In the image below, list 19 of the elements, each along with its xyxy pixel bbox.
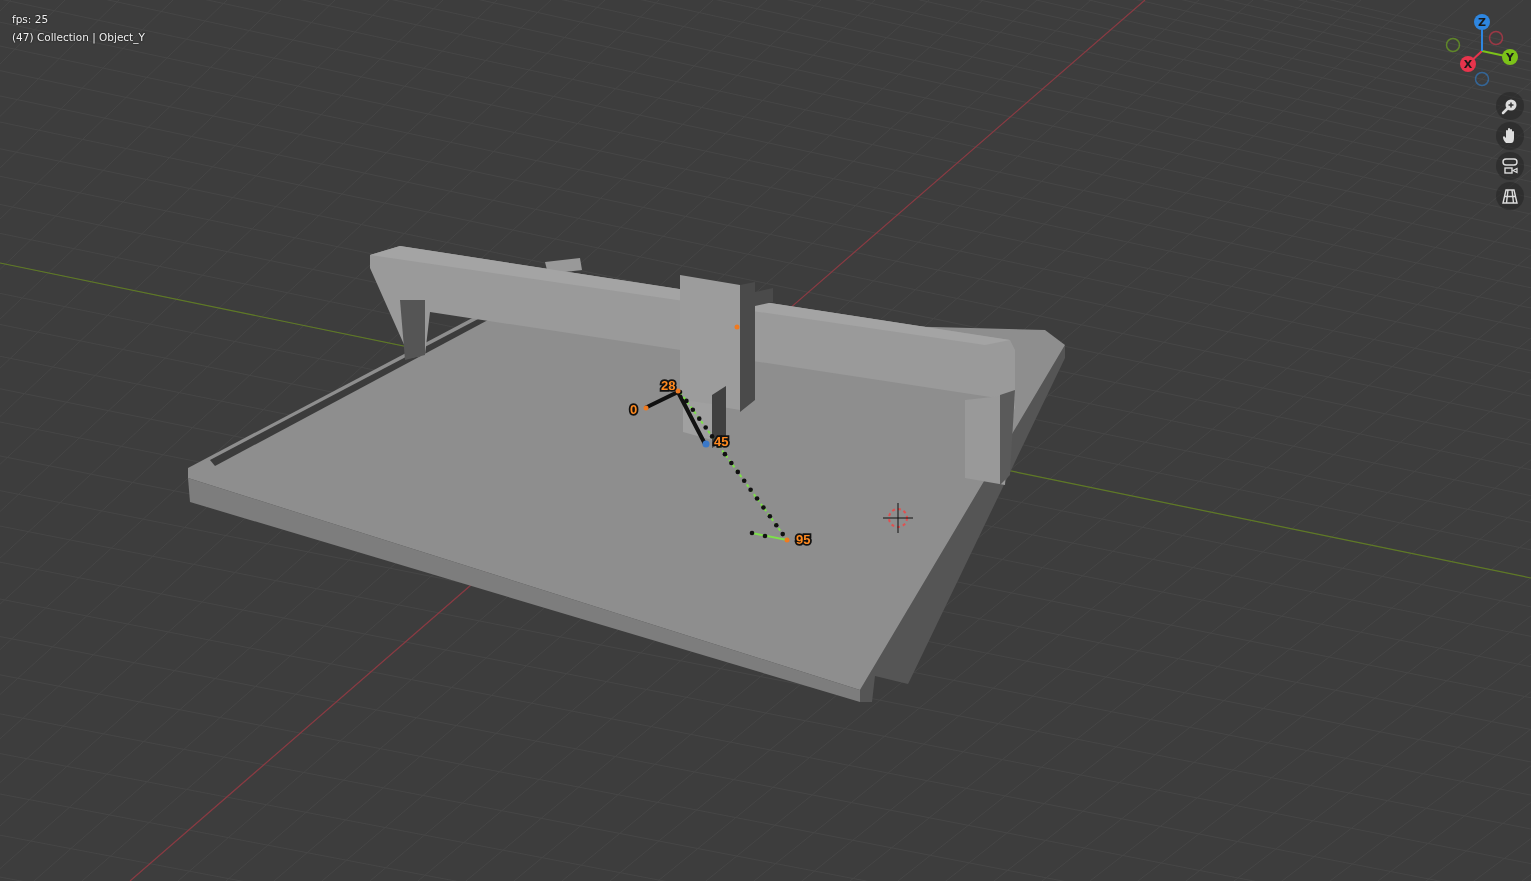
- context-label: (47) Collection | Object_Y: [12, 30, 145, 46]
- frame-label: 28: [661, 378, 676, 393]
- camera-button[interactable]: [1496, 152, 1524, 180]
- frame-label: 95: [796, 532, 811, 547]
- grid-icon: [1501, 187, 1519, 205]
- perspective-button[interactable]: [1496, 182, 1524, 210]
- axis-button[interactable]: Z: [1474, 14, 1490, 30]
- axis-button[interactable]: Y: [1502, 49, 1518, 65]
- frame-label: 0: [630, 402, 638, 417]
- fps-readout: fps: 25: [12, 12, 50, 27]
- pan-button[interactable]: [1496, 122, 1524, 150]
- negative-axis-ball[interactable]: [1445, 37, 1461, 53]
- frame-label: 45: [714, 434, 729, 449]
- 3d-viewport[interactable]: 0 28 45 95 fps: 25 (47) Collection | Object_Y X Y Z: [0, 0, 1531, 881]
- zoom-icon: [1501, 97, 1519, 115]
- 3d-cursor-icon: [882, 502, 914, 534]
- camera-icon: [1501, 157, 1519, 175]
- axis-button[interactable]: X: [1460, 56, 1476, 72]
- zoom-button[interactable]: [1496, 92, 1524, 120]
